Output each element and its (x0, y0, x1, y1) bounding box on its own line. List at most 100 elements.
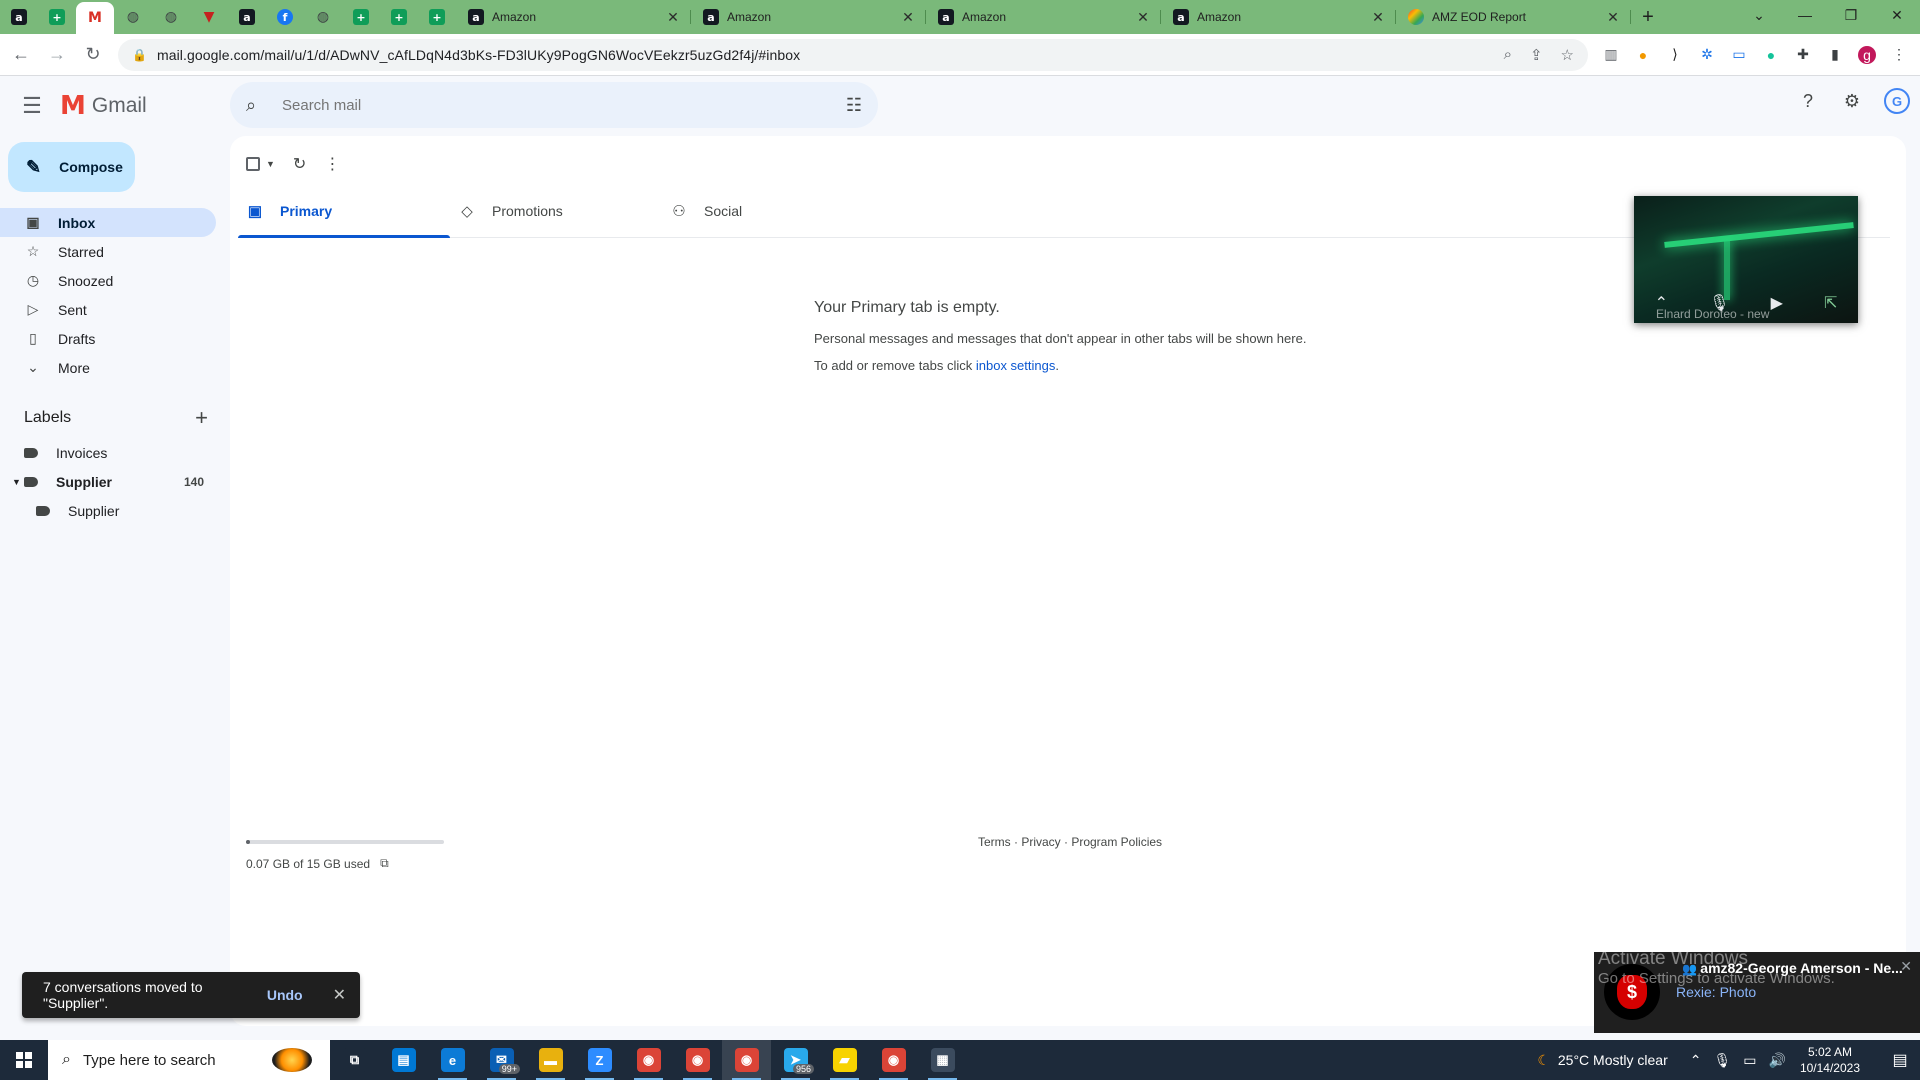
footer-links[interactable]: Terms · Privacy · Program Policies (978, 835, 1162, 849)
tab-social[interactable]: ⚇ Social (662, 184, 874, 237)
restore-button[interactable]: ❐ (1828, 0, 1874, 30)
bookmark-star-icon[interactable]: ☆ (1561, 46, 1574, 64)
gmail-logo[interactable]: M Gmail (60, 91, 147, 121)
settings-gear-icon[interactable]: ⚙ (1840, 89, 1864, 113)
label-item-supplier-sub[interactable]: Supplier (0, 496, 216, 525)
network-icon[interactable]: ▭ (1743, 1052, 1756, 1069)
extensions-puzzle-icon[interactable]: ✚ (1794, 46, 1812, 64)
extension-icon[interactable]: ⟩ (1666, 46, 1684, 64)
collapse-caret-icon[interactable]: ▼ (12, 477, 21, 487)
pinned-tab[interactable]: f (266, 0, 304, 34)
zoom-icon[interactable]: ⌕ (1504, 46, 1512, 63)
search-highlight-icon[interactable] (272, 1048, 312, 1072)
weather-widget[interactable]: ☾ 25°C Mostly clear (1537, 1052, 1667, 1069)
side-panel-icon[interactable]: ▮ (1826, 46, 1844, 64)
browser-tab[interactable]: a Amazon ✕ (926, 0, 1161, 34)
pinned-tab[interactable]: ◍ (304, 0, 342, 34)
close-tab-icon[interactable]: ✕ (900, 9, 916, 26)
close-tab-icon[interactable]: ✕ (1135, 9, 1151, 26)
pinned-tab[interactable]: + (342, 0, 380, 34)
sidebar-item-sent[interactable]: ▷ Sent (0, 295, 216, 324)
pinned-tab[interactable]: a (0, 0, 38, 34)
pinned-tab[interactable]: M (76, 2, 114, 34)
taskbar-app[interactable]: ➤ 956 (771, 1040, 820, 1080)
start-button[interactable] (0, 1040, 48, 1080)
pinned-tab[interactable]: + (38, 0, 76, 34)
search-options-icon[interactable]: ☷ (846, 95, 862, 116)
browser-tab[interactable]: a Amazon ✕ (456, 0, 691, 34)
extension-icon[interactable]: ✲ (1698, 46, 1716, 64)
inbox-settings-link[interactable]: inbox settings (976, 358, 1056, 373)
undo-button[interactable]: Undo (267, 987, 303, 1003)
tab-search-icon[interactable]: ⌄ (1736, 0, 1782, 30)
profile-avatar[interactable]: g (1858, 45, 1876, 64)
pinned-tab[interactable]: a (228, 0, 266, 34)
select-all-checkbox[interactable]: ▼ (246, 157, 275, 171)
taskbar-app[interactable]: ◉ (722, 1040, 771, 1080)
taskbar-app[interactable]: ⧉ (330, 1040, 379, 1080)
address-bar[interactable]: 🔒 mail.google.com/mail/u/1/d/ADwNV_cAfLD… (118, 38, 1588, 71)
search-icon[interactable]: ⌕ (246, 95, 270, 116)
label-item-supplier[interactable]: ▼ Supplier 140 (0, 467, 216, 496)
pinned-tab[interactable]: + (418, 0, 456, 34)
main-menu-icon[interactable]: ☰ (8, 82, 56, 130)
back-button[interactable]: ← (6, 40, 36, 70)
close-tab-icon[interactable]: ✕ (665, 9, 681, 26)
camera-icon[interactable]: ▶ (1771, 293, 1783, 313)
refresh-icon[interactable]: ↻ (293, 154, 306, 174)
close-icon[interactable]: ✕ (1900, 958, 1912, 975)
help-icon[interactable]: ? (1796, 89, 1820, 113)
taskbar-app[interactable]: ▤ (379, 1040, 428, 1080)
sidebar-item-starred[interactable]: ☆ Starred (0, 237, 216, 266)
pinned-tab[interactable]: ◍ (152, 0, 190, 34)
more-options-icon[interactable]: ⋮ (324, 154, 340, 174)
search-input[interactable] (282, 96, 846, 114)
taskbar-app[interactable]: ◉ (673, 1040, 722, 1080)
pinned-tab[interactable]: + (380, 0, 418, 34)
sidebar-item-inbox[interactable]: ▣ Inbox (0, 208, 216, 237)
extension-icon[interactable]: ▭ (1730, 46, 1748, 64)
forward-button[interactable]: → (42, 40, 72, 70)
lock-icon[interactable]: 🔒 (132, 48, 147, 62)
video-call-overlay[interactable]: ⌃ 🎙 ▶ ⇱ Elnard Doroteo - new (1634, 196, 1858, 323)
taskbar-app[interactable]: ▰ (820, 1040, 869, 1080)
volume-icon[interactable]: 🔊 (1769, 1052, 1786, 1069)
close-tab-icon[interactable]: ✕ (1370, 9, 1386, 26)
chrome-menu-icon[interactable]: ⋮ (1890, 46, 1908, 64)
sidebar-item-snoozed[interactable]: ◷ Snoozed (0, 266, 216, 295)
taskbar-app[interactable]: ▦ (918, 1040, 967, 1080)
compose-button[interactable]: ✎ Compose (8, 142, 135, 192)
close-tab-icon[interactable]: ✕ (1605, 9, 1621, 26)
pop-out-icon[interactable]: ⇱ (1824, 293, 1837, 313)
taskbar-app[interactable]: e (428, 1040, 477, 1080)
tab-promotions[interactable]: ◇ Promotions (450, 184, 662, 237)
taskbar-app[interactable]: ▬ (526, 1040, 575, 1080)
taskbar-app[interactable]: ◉ (624, 1040, 673, 1080)
action-center-icon[interactable]: ▤ (1880, 1050, 1920, 1070)
taskbar-app[interactable]: ✉ 99+ (477, 1040, 526, 1080)
share-icon[interactable]: ⇪ (1530, 46, 1543, 64)
sidebar-item-more[interactable]: ⌄ More (0, 353, 216, 382)
show-hidden-icons-icon[interactable]: ⌃ (1690, 1052, 1702, 1069)
label-item-invoices[interactable]: Invoices (0, 438, 216, 467)
taskbar-app[interactable]: ◉ (869, 1040, 918, 1080)
account-avatar[interactable]: G (1884, 88, 1910, 114)
grammarly-icon[interactable]: ● (1762, 46, 1780, 64)
pinned-tab[interactable]: ▼ (190, 0, 228, 34)
new-tab-button[interactable]: + (1631, 0, 1665, 34)
open-in-new-icon[interactable]: ⧉ (380, 856, 389, 871)
tab-primary[interactable]: ▣ Primary (238, 184, 450, 238)
taskbar-search[interactable]: ⌕ Type here to search (48, 1040, 330, 1080)
extension-icon[interactable]: ● (1634, 46, 1652, 64)
pinned-tab[interactable]: ◍ (114, 0, 152, 34)
reload-button[interactable]: ↻ (78, 40, 108, 70)
create-label-icon[interactable]: + (195, 405, 208, 431)
taskbar-app[interactable]: Z (575, 1040, 624, 1080)
close-icon[interactable]: ✕ (333, 985, 346, 1005)
microphone-icon[interactable]: 🎙 (1713, 1052, 1731, 1069)
close-window-button[interactable]: ✕ (1874, 0, 1920, 30)
sidebar-item-drafts[interactable]: ▯ Drafts (0, 324, 216, 353)
minimize-button[interactable]: — (1782, 0, 1828, 30)
browser-tab[interactable]: a Amazon ✕ (691, 0, 926, 34)
browser-tab[interactable]: a Amazon ✕ (1161, 0, 1396, 34)
